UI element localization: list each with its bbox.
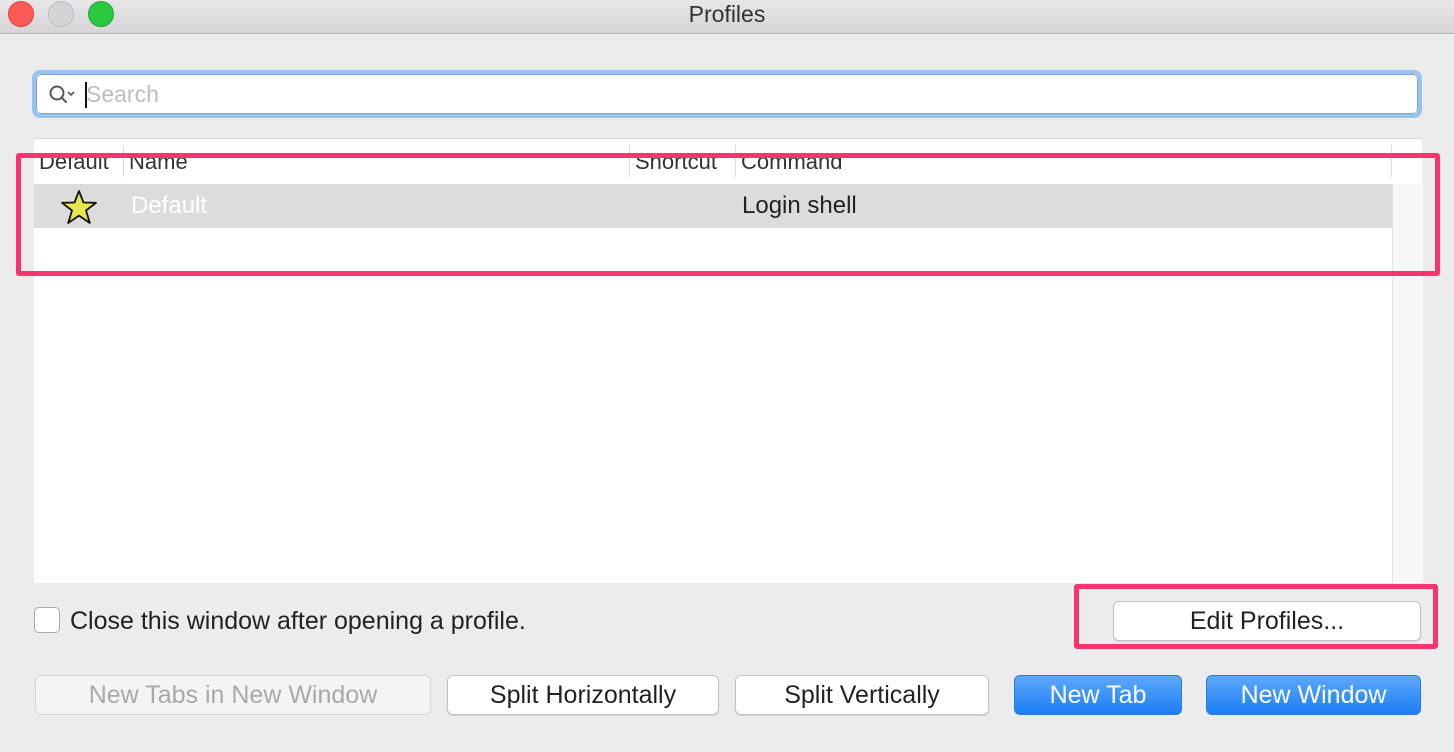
close-after-open-label[interactable]: Close this window after opening a profil… <box>70 606 526 636</box>
close-after-open-checkbox[interactable] <box>34 607 60 633</box>
search-input[interactable] <box>86 80 1386 108</box>
split-horizontally-button[interactable]: Split Horizontally <box>447 675 719 715</box>
new-tab-button[interactable]: New Tab <box>1014 675 1182 715</box>
search-field[interactable] <box>32 70 1422 118</box>
new-window-button[interactable]: New Window <box>1206 675 1421 715</box>
window-title: Profiles <box>688 1 766 27</box>
annotation-highlight-edit-profiles <box>1074 584 1438 649</box>
split-vertically-button[interactable]: Split Vertically <box>735 675 989 715</box>
search-icon[interactable] <box>48 84 76 106</box>
annotation-highlight-profile-row <box>16 153 1440 276</box>
title-bar: Profiles <box>0 0 1454 34</box>
new-tabs-in-new-window-button[interactable]: New Tabs in New Window <box>35 675 431 715</box>
